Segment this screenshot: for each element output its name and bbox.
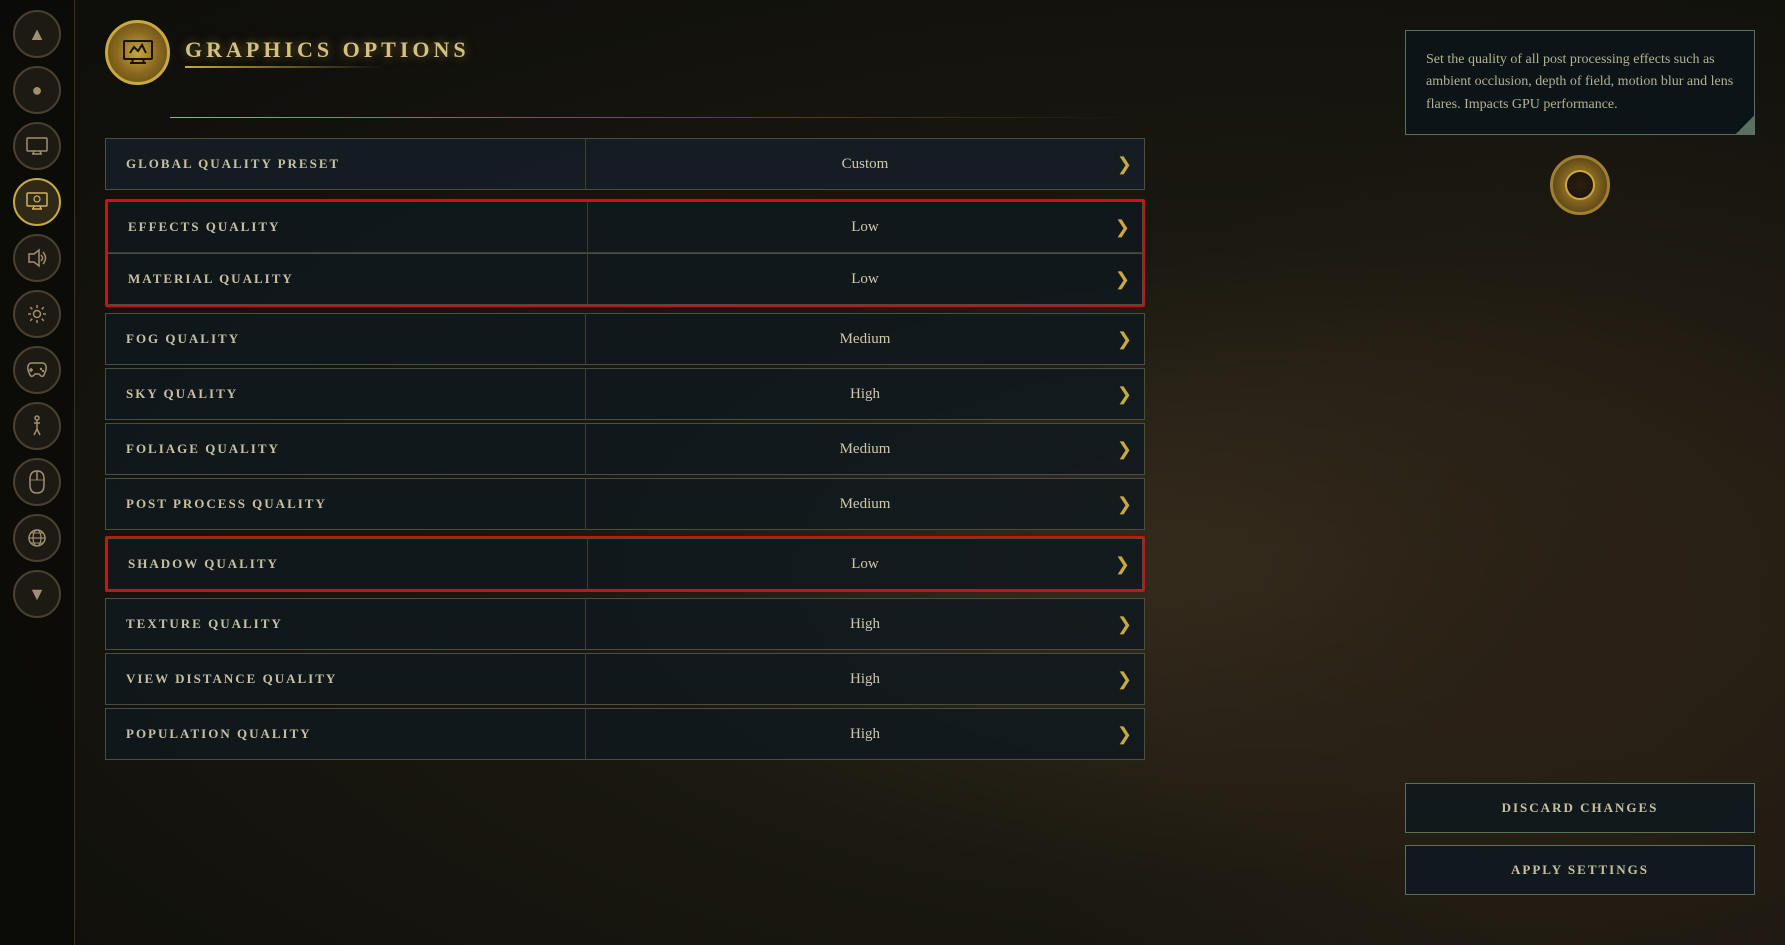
red-group-2: SHADOW QUALITY Low ❯ xyxy=(105,536,1145,592)
setting-row-foliage-quality[interactable]: FOLIAGE QUALITY Medium ❯ xyxy=(105,423,1145,475)
setting-value-material-quality: Low ❯ xyxy=(587,253,1143,305)
setting-row-material-quality[interactable]: MATERIAL QUALITY Low ❯ xyxy=(107,253,1143,305)
sidebar-icon-audio[interactable] xyxy=(13,234,61,282)
graphics-header-icon xyxy=(105,20,170,85)
sidebar-icon-mouse[interactable] xyxy=(13,458,61,506)
sidebar-icon-monitor[interactable] xyxy=(13,122,61,170)
arrow-icon-sky: ❯ xyxy=(1117,384,1132,405)
setting-row-post-process-quality[interactable]: POST PROCESS QUALITY Medium ❯ xyxy=(105,478,1145,530)
arrow-icon-post-process: ❯ xyxy=(1117,494,1132,515)
setting-label-effects-quality: EFFECTS QUALITY xyxy=(107,201,587,253)
header-underline xyxy=(185,66,385,68)
sidebar-icon-up[interactable]: ▲ xyxy=(13,10,61,58)
setting-value-population-quality: High ❯ xyxy=(585,708,1145,760)
compass-inner xyxy=(1565,170,1595,200)
info-box: Set the quality of all post processing e… xyxy=(1405,30,1755,135)
info-box-text: Set the quality of all post processing e… xyxy=(1426,52,1733,112)
setting-row-effects-quality[interactable]: EFFECTS QUALITY Low ❯ xyxy=(107,201,1143,253)
setting-value-foliage-quality: Medium ❯ xyxy=(585,423,1145,475)
arrow-icon-shadow: ❯ xyxy=(1115,554,1130,575)
setting-label-population-quality: POPULATION QUALITY xyxy=(105,708,585,760)
setting-label-shadow-quality: SHADOW QUALITY xyxy=(107,538,587,590)
header: GRAPHICS OPTIONS xyxy=(105,20,1145,85)
setting-row-shadow-quality[interactable]: SHADOW QUALITY Low ❯ xyxy=(107,538,1143,590)
setting-value-view-distance-quality: High ❯ xyxy=(585,653,1145,705)
setting-row-preset[interactable]: GLOBAL QUALITY PRESET Custom ❯ xyxy=(105,138,1145,190)
action-buttons: DISCARD CHANGES APPLY SETTINGS xyxy=(1405,783,1755,895)
setting-label-foliage-quality: FOLIAGE QUALITY xyxy=(105,423,585,475)
discard-changes-button[interactable]: DISCARD CHANGES xyxy=(1405,783,1755,833)
compass-decoration xyxy=(1550,155,1610,215)
setting-row-view-distance-quality[interactable]: VIEW DISTANCE QUALITY High ❯ xyxy=(105,653,1145,705)
setting-label-texture-quality: TEXTURE QUALITY xyxy=(105,598,585,650)
apply-settings-button[interactable]: APPLY SETTINGS xyxy=(1405,845,1755,895)
setting-value-preset: Custom ❯ xyxy=(585,138,1145,190)
main-content: GRAPHICS OPTIONS GLOBAL QUALITY PRESET C… xyxy=(75,0,1175,945)
sidebar-icon-down[interactable]: ▼ xyxy=(13,570,61,618)
setting-row-sky-quality[interactable]: SKY QUALITY High ❯ xyxy=(105,368,1145,420)
arrow-icon-texture: ❯ xyxy=(1117,614,1132,635)
setting-row-population-quality[interactable]: POPULATION QUALITY High ❯ xyxy=(105,708,1145,760)
setting-row-fog-quality[interactable]: FOG QUALITY Medium ❯ xyxy=(105,313,1145,365)
arrow-icon-preset: ❯ xyxy=(1117,154,1132,175)
page-title: GRAPHICS OPTIONS xyxy=(185,37,470,63)
setting-label-view-distance-quality: VIEW DISTANCE QUALITY xyxy=(105,653,585,705)
setting-row-texture-quality[interactable]: TEXTURE QUALITY High ❯ xyxy=(105,598,1145,650)
arrow-icon-material: ❯ xyxy=(1115,269,1130,290)
setting-value-texture-quality: High ❯ xyxy=(585,598,1145,650)
arrow-icon-foliage: ❯ xyxy=(1117,439,1132,460)
setting-label-fog-quality: FOG QUALITY xyxy=(105,313,585,365)
setting-label-preset: GLOBAL QUALITY PRESET xyxy=(105,138,585,190)
setting-value-sky-quality: High ❯ xyxy=(585,368,1145,420)
arrow-icon-view-distance: ❯ xyxy=(1117,669,1132,690)
right-panel: Set the quality of all post processing e… xyxy=(1405,30,1755,235)
setting-value-effects-quality: Low ❯ xyxy=(587,201,1143,253)
setting-label-material-quality: MATERIAL QUALITY xyxy=(107,253,587,305)
arrow-icon-effects: ❯ xyxy=(1115,217,1130,238)
red-group-1: EFFECTS QUALITY Low ❯ MATERIAL QUALITY L… xyxy=(105,199,1145,307)
sidebar-icon-gear[interactable] xyxy=(13,290,61,338)
setting-label-post-process-quality: POST PROCESS QUALITY xyxy=(105,478,585,530)
arrow-icon-fog: ❯ xyxy=(1117,329,1132,350)
info-box-corner xyxy=(1736,116,1754,134)
sidebar-icon-accessibility[interactable] xyxy=(13,402,61,450)
scroll-container: GLOBAL QUALITY PRESET Custom ❯ EFFECTS Q… xyxy=(105,138,1145,763)
sidebar-icon-network[interactable] xyxy=(13,514,61,562)
setting-value-fog-quality: Medium ❯ xyxy=(585,313,1145,365)
header-wrap: GRAPHICS OPTIONS xyxy=(105,20,1145,118)
arrow-icon-population: ❯ xyxy=(1117,724,1132,745)
setting-value-shadow-quality: Low ❯ xyxy=(587,538,1143,590)
header-deco-line xyxy=(170,117,1145,118)
sidebar: ▲ ● xyxy=(0,0,75,945)
sidebar-icon-disc[interactable]: ● xyxy=(13,66,61,114)
setting-label-sky-quality: SKY QUALITY xyxy=(105,368,585,420)
sidebar-icon-display-active[interactable] xyxy=(13,178,61,226)
sidebar-icon-controller[interactable] xyxy=(13,346,61,394)
setting-value-post-process-quality: Medium ❯ xyxy=(585,478,1145,530)
